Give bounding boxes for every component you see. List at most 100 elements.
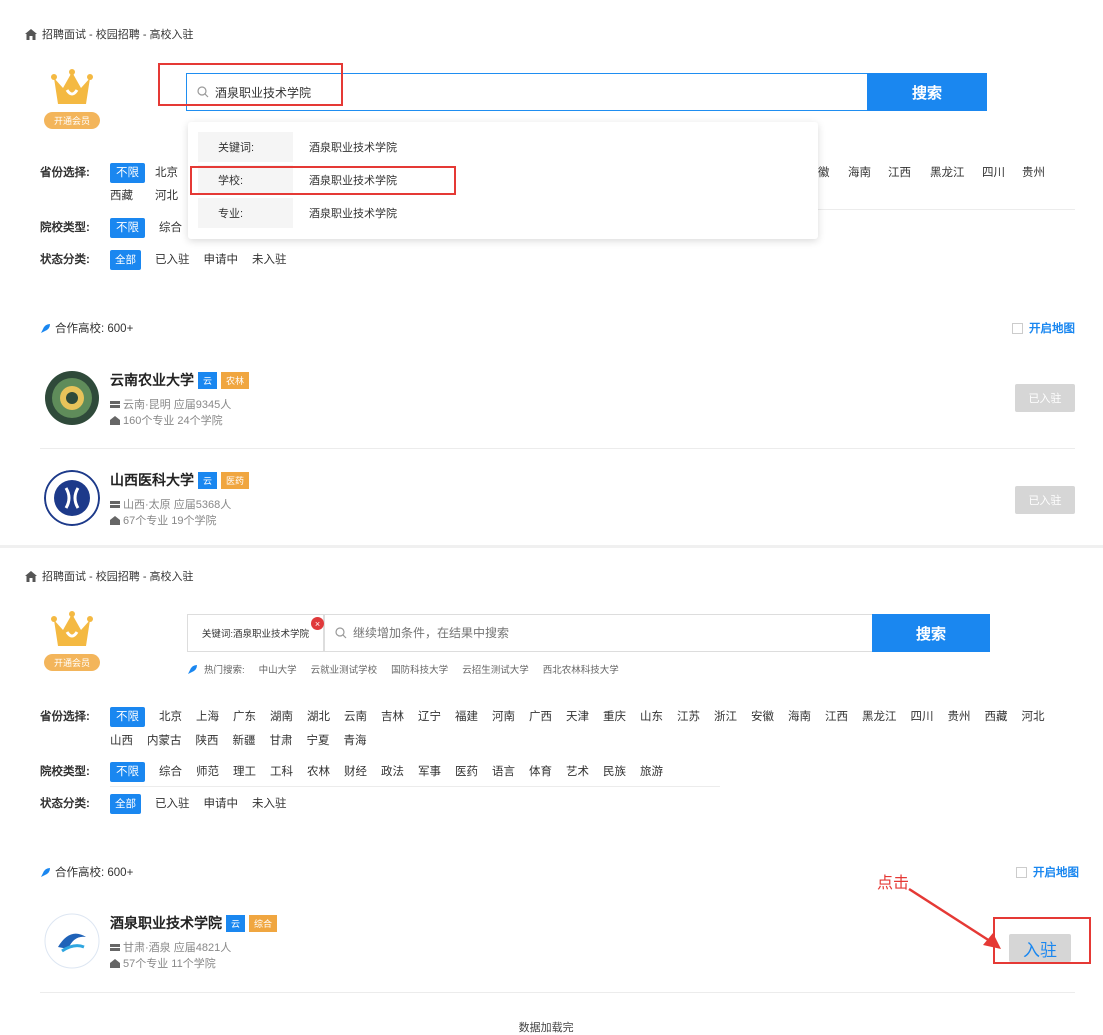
type-options: 不限 综合 师范 理工 工科 农林 财经 政法 军事 医药 语言 体育 艺术 民族 旅游 <box>110 762 1070 782</box>
prov-option[interactable]: 内蒙古 <box>147 731 182 751</box>
hot-item[interactable]: 云招生测试大学 <box>462 662 529 676</box>
prov-option[interactable]: 山东 <box>640 707 663 727</box>
prov-option[interactable]: 河南 <box>492 707 515 727</box>
prov-option[interactable]: 江西 <box>825 707 848 727</box>
prov-option[interactable]: 甘肃 <box>270 731 293 751</box>
prov-option[interactable]: 湖南 <box>270 707 293 727</box>
type-option[interactable]: 综合 <box>159 762 182 782</box>
prov-option[interactable]: 吉林 <box>381 707 404 727</box>
status-option[interactable]: 申请中 <box>204 794 239 814</box>
prov-option[interactable]: 贵州 <box>948 707 971 727</box>
province-option[interactable]: 黑龙江 <box>930 163 965 183</box>
school-stats-text: 160个专业 24个学院 <box>123 415 223 427</box>
suggestion-major[interactable]: 专业: 酒泉职业技术学院 <box>198 198 397 228</box>
prov-option[interactable]: 福建 <box>455 707 478 727</box>
joined-button[interactable]: 已入驻 <box>1015 486 1075 514</box>
prov-option[interactable]: 北京 <box>159 707 182 727</box>
prov-option[interactable]: 海南 <box>788 707 811 727</box>
prov-option[interactable]: 新疆 <box>233 731 256 751</box>
type-option[interactable]: 军事 <box>418 762 441 782</box>
hot-item[interactable]: 国防科技大学 <box>391 662 448 676</box>
status-option[interactable]: 已入驻 <box>155 250 190 270</box>
member-promo[interactable]: 开通会员 <box>40 68 104 129</box>
type-option[interactable]: 师范 <box>196 762 219 782</box>
member-promo[interactable]: 开通会员 <box>40 610 104 671</box>
prov-option[interactable]: 湖北 <box>307 707 330 727</box>
type-option[interactable]: 语言 <box>492 762 515 782</box>
prov-option[interactable]: 安徽 <box>751 707 774 727</box>
prov-option[interactable]: 重庆 <box>603 707 626 727</box>
status-option[interactable]: 已入驻 <box>155 794 190 814</box>
prov-option[interactable]: 上海 <box>196 707 219 727</box>
prov-option[interactable]: 河北 <box>1022 707 1045 727</box>
prov-option[interactable]: 辽宁 <box>418 707 441 727</box>
type-option[interactable]: 政法 <box>381 762 404 782</box>
prov-option[interactable]: 黑龙江 <box>862 707 897 727</box>
search-input[interactable] <box>353 615 872 651</box>
search-box[interactable] <box>324 614 872 652</box>
province-option-all[interactable]: 不限 <box>110 163 145 183</box>
status-option-all[interactable]: 全部 <box>110 794 141 814</box>
status-label: 状态分类: <box>40 254 90 266</box>
type-option[interactable]: 艺术 <box>566 762 589 782</box>
type-option[interactable]: 工科 <box>270 762 293 782</box>
load-complete-text: 数据加载完啦 <box>518 1022 574 1034</box>
school-name[interactable]: 山西医科大学 <box>110 470 194 490</box>
prov-option[interactable]: 西藏 <box>985 707 1008 727</box>
hot-item[interactable]: 西北农林科技大学 <box>543 662 619 676</box>
type-option[interactable]: 农林 <box>307 762 330 782</box>
prov-option[interactable]: 江苏 <box>677 707 700 727</box>
suggestion-keyword[interactable]: 关键词: 酒泉职业技术学院 <box>198 132 397 162</box>
prov-option[interactable]: 宁夏 <box>307 731 330 751</box>
crown-icon <box>51 611 93 646</box>
prov-option[interactable]: 青海 <box>344 731 367 751</box>
divider <box>40 992 1075 993</box>
prov-option[interactable]: 四川 <box>911 707 934 727</box>
prov-option[interactable]: 浙江 <box>714 707 737 727</box>
type-option-all[interactable]: 不限 <box>110 762 145 782</box>
province-option[interactable]: 海南 <box>848 163 871 183</box>
province-option[interactable]: 徽 <box>818 163 830 183</box>
prov-option[interactable]: 山西 <box>110 731 133 751</box>
type-option[interactable]: 理工 <box>233 762 256 782</box>
member-badge[interactable]: 开通会员 <box>43 654 100 671</box>
prov-option[interactable]: 天津 <box>566 707 589 727</box>
hot-item[interactable]: 云就业测试学校 <box>311 662 378 676</box>
chip-remove-icon[interactable]: × <box>311 617 324 630</box>
province-option[interactable]: 河北 <box>155 186 178 206</box>
type-option[interactable]: 旅游 <box>640 762 663 782</box>
map-toggle[interactable]: 开启地图 <box>1012 320 1075 336</box>
status-option[interactable]: 未入驻 <box>252 794 287 814</box>
school-name[interactable]: 酒泉职业技术学院 <box>110 913 222 933</box>
type-option[interactable]: 民族 <box>603 762 626 782</box>
prov-option[interactable]: 广东 <box>233 707 256 727</box>
type-option[interactable]: 综合 <box>159 218 182 238</box>
status-option[interactable]: 未入驻 <box>252 250 287 270</box>
map-checkbox[interactable] <box>1012 322 1023 334</box>
prov-option[interactable]: 陕西 <box>196 731 219 751</box>
member-badge[interactable]: 开通会员 <box>43 112 100 129</box>
search-button[interactable]: 搜索 <box>872 614 990 652</box>
school-name[interactable]: 云南农业大学 <box>110 370 194 390</box>
hot-item[interactable]: 中山大学 <box>259 662 297 676</box>
type-option-all[interactable]: 不限 <box>110 218 145 238</box>
province-option[interactable]: 江西 <box>888 163 911 183</box>
joined-button[interactable]: 已入驻 <box>1015 384 1075 412</box>
status-option[interactable]: 申请中 <box>204 250 239 270</box>
rocket-icon <box>41 323 50 333</box>
prov-option[interactable]: 云南 <box>344 707 367 727</box>
prov-option[interactable]: 广西 <box>529 707 552 727</box>
prov-option-all[interactable]: 不限 <box>110 707 145 727</box>
type-option[interactable]: 财经 <box>344 762 367 782</box>
province-option[interactable]: 贵州 <box>1022 163 1045 183</box>
status-option-all[interactable]: 全部 <box>110 250 141 270</box>
province-option[interactable]: 北京 <box>155 163 178 183</box>
province-option[interactable]: 四川 <box>982 163 1005 183</box>
map-toggle[interactable]: 开启地图 <box>1016 864 1079 880</box>
search-button[interactable]: 搜索 <box>867 73 987 111</box>
map-checkbox[interactable] <box>1016 866 1027 878</box>
hot-label: 热门搜索: <box>204 665 245 676</box>
type-option[interactable]: 医药 <box>455 762 478 782</box>
province-option[interactable]: 西藏 <box>110 186 133 206</box>
type-option[interactable]: 体育 <box>529 762 552 782</box>
